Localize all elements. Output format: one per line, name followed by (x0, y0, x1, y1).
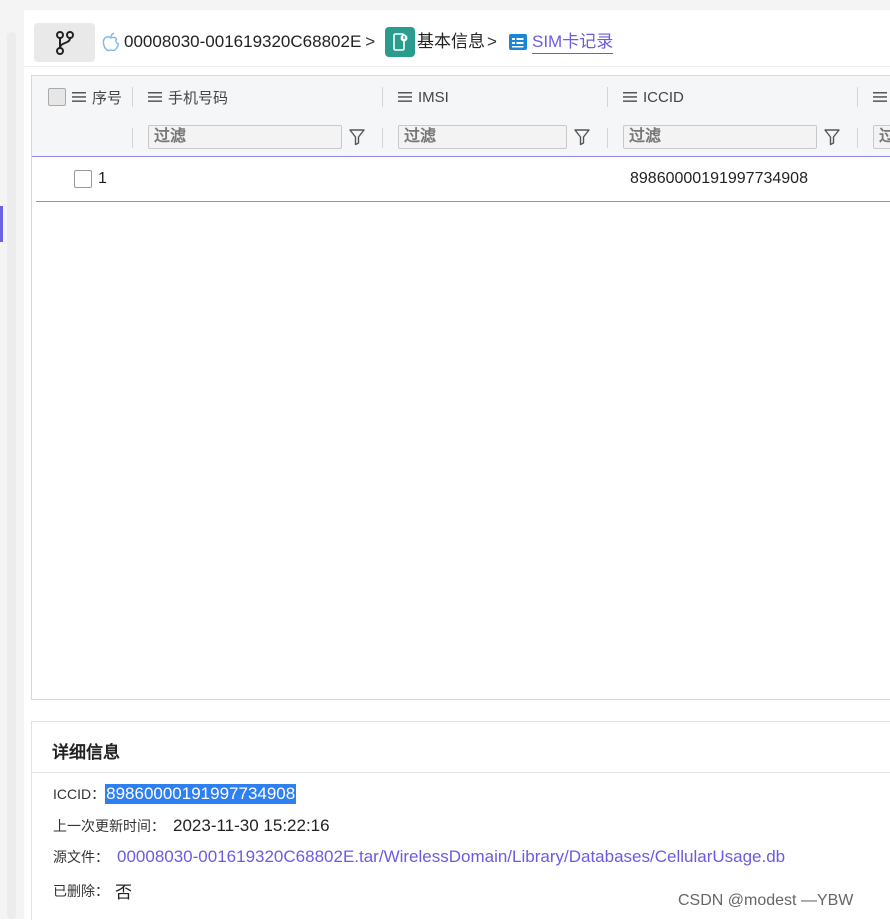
filter-input-iccid[interactable] (623, 125, 817, 149)
breadcrumb-device-label: 00008030-001619320C68802E (124, 32, 362, 51)
breadcrumb-separator: > (487, 32, 497, 51)
detail-divider (32, 772, 890, 773)
breadcrumb-current-label: SIM卡记录 (532, 31, 614, 54)
breadcrumb: 00008030-001619320C68802E > 基本信息 > SIM卡记… (24, 18, 890, 67)
detail-iccid-value[interactable]: 89860000191997734908 (105, 784, 297, 804)
row-checkbox[interactable] (74, 170, 92, 188)
filter-iccid (623, 125, 841, 149)
row-seq: 1 (98, 170, 107, 187)
column-divider (857, 128, 858, 148)
column-resizer[interactable] (607, 87, 608, 107)
filter-row (32, 118, 890, 157)
detail-title: 详细信息 (52, 743, 120, 762)
filter-icon[interactable] (348, 128, 366, 146)
column-divider (607, 128, 608, 148)
detail-panel: 详细信息 ICCID： 89860000191997734908 上一次更新时间… (31, 721, 890, 920)
watermark: CSDN @modest —YBW (678, 892, 854, 909)
detail-deleted-value: 否 (115, 883, 132, 902)
column-divider (382, 128, 383, 148)
detail-updated-label: 上一次更新时间： (53, 818, 165, 834)
filter-phone (148, 125, 366, 149)
detail-source-link[interactable]: 00008030-001619320C68802E.tar/WirelessDo… (117, 847, 785, 867)
column-header-seq[interactable]: 序号 (92, 87, 122, 108)
list-icon (148, 92, 162, 102)
column-divider (132, 128, 133, 148)
breadcrumb-item-basic-info[interactable]: 基本信息 > (385, 27, 497, 57)
filter-input-phone[interactable] (148, 125, 342, 149)
filter-imsi (398, 125, 591, 149)
filter-next (873, 125, 890, 149)
row-iccid: 89860000191997734908 (630, 170, 808, 187)
table-header: 序号 手机号码 IMSI ICCID (32, 76, 890, 119)
breadcrumb-basic-info-label: 基本信息 (417, 32, 485, 51)
apple-icon (102, 32, 120, 52)
column-resizer[interactable] (132, 87, 133, 107)
detail-iccid-label: ICCID： (53, 786, 106, 802)
list-icon (398, 92, 412, 102)
detail-updated-value: 2023-11-30 15:22:16 (173, 816, 330, 835)
row-iccid-cell: 89860000191997734908 (630, 157, 808, 201)
sim-record-icon (509, 34, 527, 50)
phone-info-icon (385, 27, 415, 57)
top-strip (0, 0, 890, 10)
detail-source-row: 源文件： 00008030-001619320C68802E.tar/Wirel… (53, 847, 785, 867)
table-row[interactable]: 1 89860000191997734908 (36, 157, 890, 202)
column-phone[interactable]: 手机号码 (148, 76, 228, 118)
column-resizer[interactable] (382, 87, 383, 107)
detail-deleted-row: 已删除： 否 (53, 878, 132, 903)
breadcrumb-separator: > (365, 32, 376, 51)
detail-iccid-row: ICCID： 89860000191997734908 (53, 784, 297, 804)
list-icon (623, 92, 637, 102)
left-active-indicator (0, 206, 3, 242)
column-header-imsi: IMSI (418, 88, 449, 106)
detail-source-label: 源文件： (53, 849, 109, 865)
detail-deleted-label: 已删除： (53, 882, 109, 899)
header-select-all[interactable]: 序号 (48, 76, 122, 118)
column-header-phone: 手机号码 (168, 89, 229, 107)
sim-records-table: 序号 手机号码 IMSI ICCID 过滤 过滤 过滤 过滤 1 8986000… (31, 75, 890, 700)
filter-input-next[interactable] (873, 125, 890, 149)
branch-icon (55, 30, 74, 55)
row-seq-cell: 1 (74, 157, 107, 201)
select-all-checkbox[interactable] (48, 88, 66, 106)
branch-button[interactable] (34, 23, 95, 62)
list-icon (873, 92, 887, 102)
filter-icon[interactable] (573, 128, 591, 146)
column-imsi[interactable]: IMSI (398, 76, 449, 118)
column-resizer[interactable] (857, 87, 858, 107)
column-iccid[interactable]: ICCID (623, 76, 684, 118)
filter-input-imsi[interactable] (398, 125, 567, 149)
column-next[interactable] (873, 76, 887, 118)
filter-icon[interactable] (823, 128, 841, 146)
left-scrollbar[interactable] (7, 32, 16, 919)
list-icon (72, 92, 86, 102)
column-header-iccid: ICCID (643, 88, 684, 106)
breadcrumb-item-device[interactable]: 00008030-001619320C68802E > (102, 28, 375, 56)
breadcrumb-item-sim-records[interactable]: SIM卡记录 (508, 28, 614, 56)
detail-updated-row: 上一次更新时间： 2023-11-30 15:22:16 (53, 816, 330, 836)
